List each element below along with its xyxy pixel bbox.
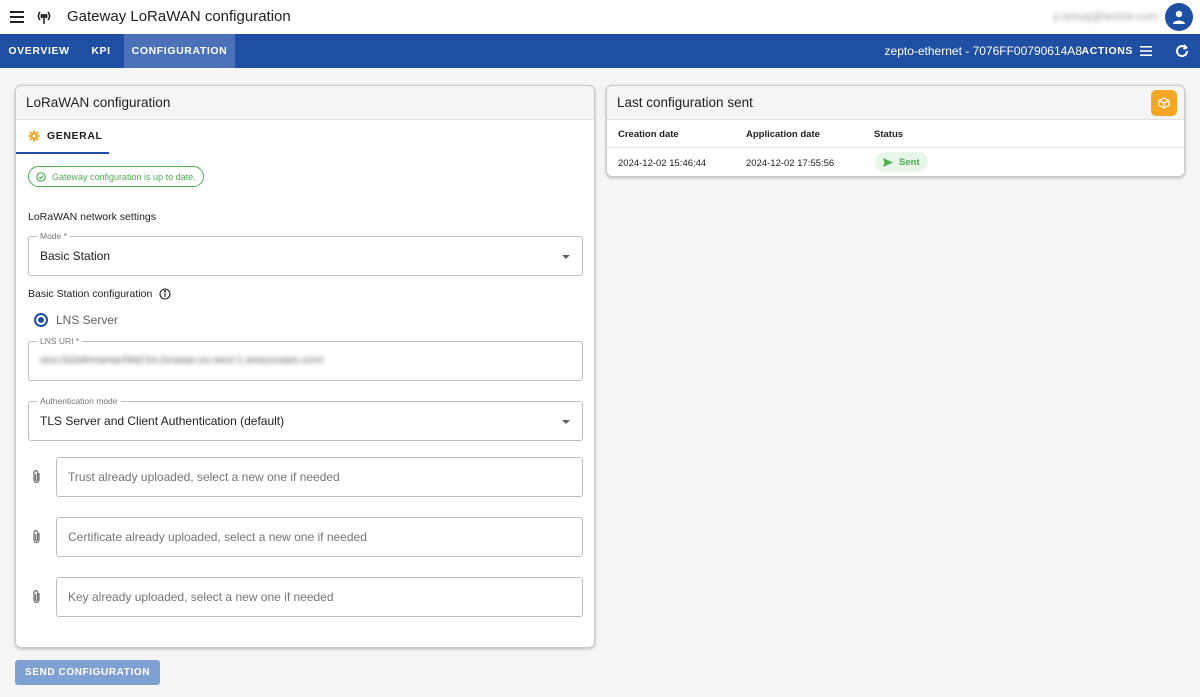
- menu-lines-icon: [1140, 46, 1152, 56]
- cell-creation-date: 2024-12-02 15:46:44: [618, 158, 707, 169]
- cell-application-date: 2024-12-02 17:55:56: [746, 158, 835, 169]
- basic-station-header: Basic Station configuration: [28, 288, 171, 300]
- chevron-down-icon: [562, 420, 570, 424]
- mode-legend: Mode *: [37, 231, 70, 241]
- send-icon: [883, 157, 893, 167]
- mode-select[interactable]: Mode * Basic Station: [28, 231, 583, 276]
- tab-overview[interactable]: OVERVIEW: [0, 34, 78, 68]
- mode-value: Basic Station: [40, 249, 111, 263]
- device-label: zepto-ethernet - 7076FF00790614A8: [884, 44, 1082, 58]
- page-title: Gateway LoRaWAN configuration: [67, 8, 291, 25]
- trust-file-input[interactable]: Trust already uploaded, select a new one…: [56, 457, 583, 497]
- basic-station-label: Basic Station configuration: [28, 288, 153, 300]
- status-chip: Gateway configuration is up to date.: [28, 166, 204, 187]
- last-config-header: Last configuration sent: [607, 86, 1184, 120]
- actions-label: ACTIONS: [1081, 45, 1133, 57]
- status-badge: Sent: [875, 152, 928, 172]
- user-email: p.lahsaj@iterlink.com: [1053, 11, 1158, 23]
- paperclip-icon[interactable]: [30, 529, 44, 545]
- table-row[interactable]: 2024-12-02 15:46:44 2024-12-02 17:55:56 …: [607, 148, 1184, 176]
- certificate-file-input[interactable]: Certificate already uploaded, select a n…: [56, 517, 583, 557]
- card-title: LoRaWAN configuration: [16, 86, 594, 120]
- col-creation-date: Creation date: [618, 129, 679, 140]
- info-icon: [159, 288, 171, 300]
- lns-uri-legend: LNS URI *: [37, 336, 83, 346]
- last-config-title: Last configuration sent: [617, 95, 753, 110]
- col-status: Status: [874, 129, 904, 140]
- check-circle-icon: [36, 171, 46, 182]
- status-chip-text: Gateway configuration is up to date.: [52, 171, 196, 182]
- cube-icon: [1158, 97, 1170, 109]
- lns-server-label: LNS Server: [56, 313, 119, 327]
- paperclip-icon[interactable]: [30, 589, 44, 605]
- person-icon: [1173, 10, 1185, 24]
- auth-mode-legend: Authentication mode: [37, 396, 121, 406]
- cube-button[interactable]: [1151, 90, 1177, 116]
- key-file-input[interactable]: Key already uploaded, select a new one i…: [56, 577, 583, 617]
- tab-configuration[interactable]: CONFIGURATION: [124, 34, 235, 68]
- key-file-row: Key already uploaded, select a new one i…: [28, 577, 583, 617]
- hamburger-icon[interactable]: [8, 8, 26, 26]
- radio-button[interactable]: [34, 313, 48, 327]
- tab-general[interactable]: GENERAL: [16, 120, 109, 154]
- lns-uri-field[interactable]: LNS URI * wss://a2athmamachbtd.lns.loraw…: [28, 336, 583, 381]
- nav-bar: OVERVIEW KPI CONFIGURATION zepto-etherne…: [0, 34, 1200, 68]
- refresh-icon[interactable]: [1174, 43, 1190, 59]
- auth-mode-value: TLS Server and Client Authentication (de…: [40, 414, 285, 428]
- trust-file-row: Trust already uploaded, select a new one…: [28, 457, 583, 497]
- lns-uri-value: wss://a2athmamachbtd.lns.lorawan.eu-west…: [40, 355, 324, 366]
- lorawan-config-card: LoRaWAN configuration GENERAL Gateway co…: [15, 85, 595, 648]
- tab-kpi[interactable]: KPI: [78, 34, 124, 68]
- status-badge-label: Sent: [899, 156, 920, 168]
- table-header: Creation date Application date Status: [607, 120, 1184, 148]
- chevron-down-icon: [562, 255, 570, 259]
- network-settings-label: LoRaWAN network settings: [28, 211, 156, 223]
- app-bar: Gateway LoRaWAN configuration p.lahsaj@i…: [0, 0, 1200, 34]
- paperclip-icon[interactable]: [30, 469, 44, 485]
- last-config-card: Last configuration sent Creation date Ap…: [606, 85, 1185, 177]
- certificate-file-row: Certificate already uploaded, select a n…: [28, 517, 583, 557]
- tab-general-label: GENERAL: [47, 130, 103, 142]
- lns-server-radio[interactable]: LNS Server: [34, 313, 118, 327]
- avatar[interactable]: [1165, 3, 1193, 31]
- actions-button[interactable]: ACTIONS: [1082, 34, 1152, 68]
- send-configuration-button[interactable]: SEND CONFIGURATION: [15, 660, 160, 685]
- gear-icon: [28, 130, 40, 142]
- antenna-icon: [35, 8, 53, 26]
- col-application-date: Application date: [746, 129, 820, 140]
- auth-mode-select[interactable]: Authentication mode TLS Server and Clien…: [28, 396, 583, 441]
